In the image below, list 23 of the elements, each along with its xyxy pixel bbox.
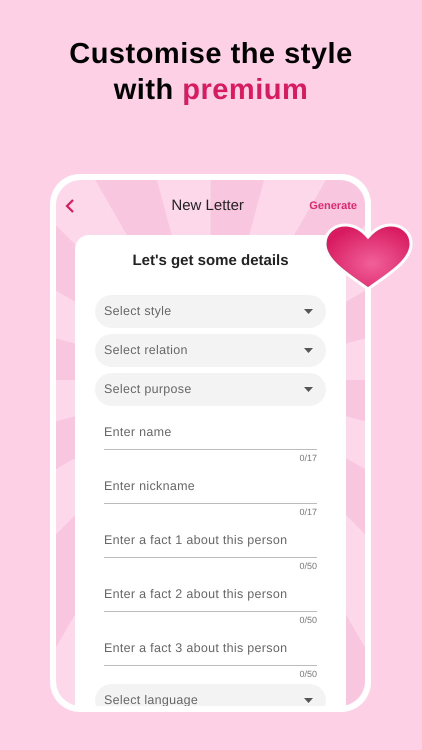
character-counter: 0/50 <box>299 560 317 573</box>
text-input[interactable]: Enter nickname <box>104 468 317 504</box>
text-input[interactable]: Enter name <box>104 414 317 450</box>
screen-title: New Letter <box>171 196 244 216</box>
character-counter: 0/17 <box>299 506 317 519</box>
character-counter: 0/50 <box>299 614 317 627</box>
dropdown-field[interactable]: Select purpose <box>95 372 326 406</box>
text-input[interactable]: Enter a fact 3 about this person <box>104 630 317 666</box>
text-input[interactable]: Enter a fact 2 about this person <box>104 576 317 612</box>
character-counter: 0/50 <box>299 668 317 681</box>
dropdown-field[interactable]: Select language <box>95 684 326 706</box>
caret-icon <box>304 308 313 314</box>
caret-icon <box>304 348 313 352</box>
character-counter: 0/17 <box>299 452 317 465</box>
caret-icon <box>304 386 313 392</box>
back-icon[interactable] <box>64 198 76 214</box>
caret-icon <box>304 698 313 702</box>
text-input[interactable]: Enter a fact 1 about this person <box>104 522 317 558</box>
card-title: Let's get some details <box>132 251 289 271</box>
headline: Customise the style with premium <box>68 37 354 108</box>
generate-button[interactable]: Generate <box>309 198 357 214</box>
dropdown-field[interactable]: Select style <box>95 294 326 328</box>
dropdown-field[interactable]: Select relation <box>95 334 326 366</box>
